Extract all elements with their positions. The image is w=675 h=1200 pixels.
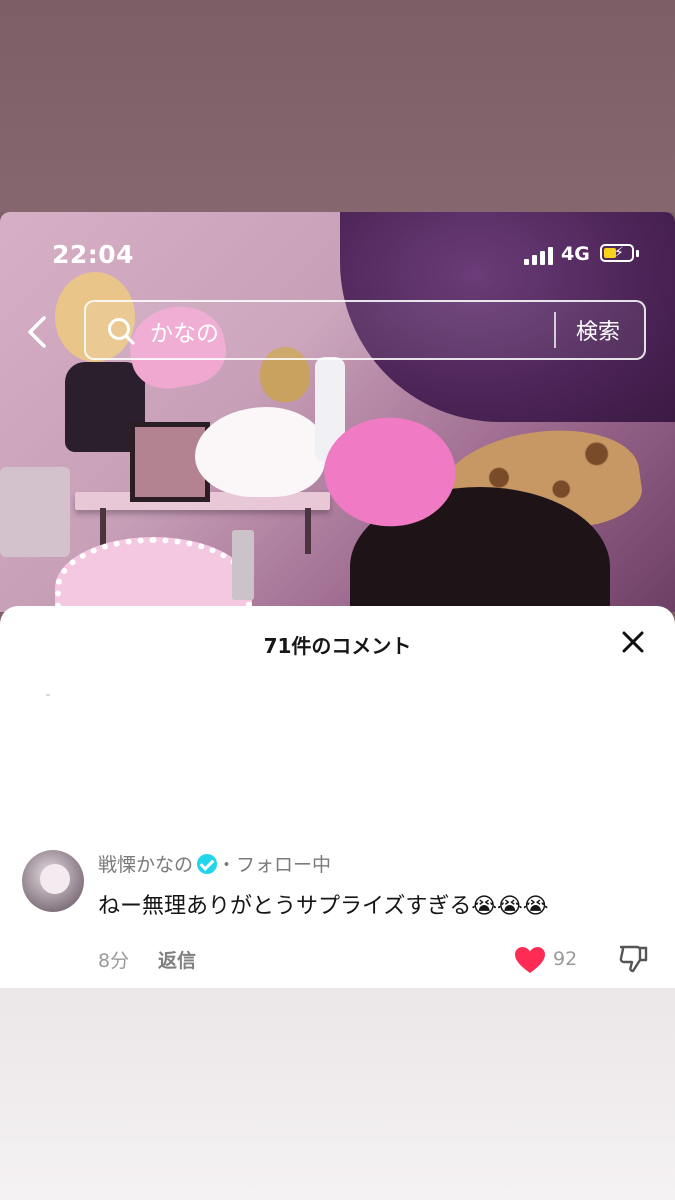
comment-time: 8分 (98, 950, 130, 972)
phone-screenshot: 22:04 4G ⚡ かなの 検索 71件のコメント 戦慄かなの ・フォロー中 … (0, 212, 675, 988)
outer-background-top (0, 0, 675, 212)
status-bar: 22:04 4G ⚡ (0, 240, 675, 270)
network-type: 4G (561, 243, 590, 265)
battery-tip (636, 250, 639, 257)
comments-sheet: 71件のコメント 戦慄かなの ・フォロー中 ねー無理ありがとうサプライズすぎる😭😭… (0, 606, 675, 988)
shelf-bracket (305, 508, 311, 554)
video-frame: 22:04 4G ⚡ かなの 検索 (0, 212, 675, 612)
verified-icon (197, 854, 218, 874)
comments-count-title: 71件のコメント (263, 634, 412, 658)
comment-username-row[interactable]: 戦慄かなの ・フォロー中 (98, 850, 331, 877)
search-icon (108, 318, 135, 345)
comment-text: ねー無理ありがとうサプライズすぎる😭😭😭 (98, 894, 549, 919)
battery-icon: ⚡ (600, 244, 634, 262)
follow-status: ・フォロー中 (217, 854, 332, 876)
search-divider (554, 312, 556, 348)
dislike-icon[interactable] (617, 942, 649, 974)
search-button[interactable]: 検索 (576, 314, 620, 346)
close-icon[interactable] (619, 628, 647, 656)
signal-icon (524, 245, 554, 265)
search-bar[interactable]: かなの 検索 (84, 300, 646, 360)
avatar[interactable] (22, 850, 84, 912)
heart-pillow (55, 537, 252, 612)
avatar-face (40, 864, 70, 894)
back-icon[interactable] (22, 312, 52, 352)
poster (0, 467, 70, 557)
status-time: 22:04 (52, 240, 135, 269)
like-count: 92 (553, 948, 578, 970)
reply-button[interactable]: 返信 (158, 946, 196, 973)
heart-icon[interactable] (514, 946, 546, 974)
comment-username[interactable]: 戦慄かなの (98, 854, 193, 876)
cross-ornament (232, 530, 254, 600)
divider-fragment (46, 694, 50, 696)
outer-background-bottom (0, 988, 675, 1200)
search-input[interactable]: かなの (150, 314, 219, 348)
charging-icon: ⚡ (614, 245, 624, 261)
cat-plush (195, 407, 325, 497)
